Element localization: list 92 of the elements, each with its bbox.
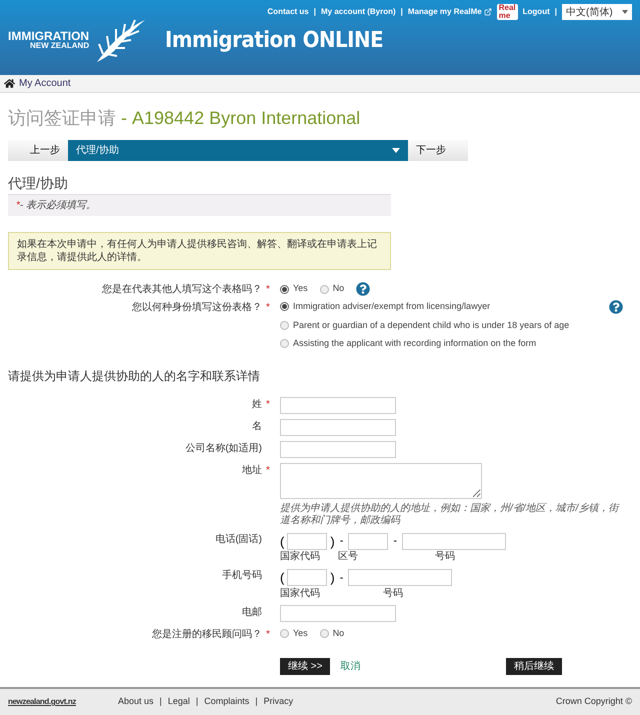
option-label[interactable]: Parent or guardian of a dependent child who is under 18 years of age — [293, 318, 570, 332]
field-label: 您是在代表其他人填写这个表格吗？ — [102, 282, 262, 297]
required-mark: * — [266, 398, 271, 412]
radio-button[interactable] — [280, 302, 289, 312]
option-label[interactable]: No — [332, 626, 344, 640]
footer-link[interactable]: Legal — [168, 695, 190, 709]
input-field[interactable] — [280, 396, 396, 414]
caret-icon — [392, 148, 400, 153]
radio-button[interactable] — [280, 284, 289, 294]
bracket: ( — [280, 569, 284, 587]
bracket: ( — [280, 532, 284, 551]
field-label: 地址 — [242, 464, 262, 478]
sublabel: 号码 — [382, 588, 404, 600]
sublabel: 国家代码 — [280, 551, 321, 563]
sublabel: 国家代码 — [280, 588, 321, 600]
help-icon[interactable] — [609, 300, 624, 314]
logo-text: IMMIGRATION — [8, 30, 90, 42]
realme-badge[interactable]: Real me — [496, 4, 518, 20]
input-field[interactable] — [348, 569, 452, 586]
footer-link[interactable]: About us — [118, 695, 154, 709]
field-hint: 提供为申请人提供协助的人的地址，例如：国家，州/省/地区，城市/乡镇，街道名称和门牌号，邮政编码 — [280, 502, 621, 526]
info-box: 如果在本次申请中，有任何人为申请人提供移民咨询、解答、翻译或在申请表上记录信息，请提供此人的详情。 — [8, 232, 391, 270]
bracket: ) — [330, 569, 335, 587]
nav-link[interactable]: Logout — [522, 6, 550, 18]
radio-button[interactable] — [280, 628, 289, 638]
page-title: 访问签证申请 - A198442 Byron International — [8, 107, 362, 130]
input-field[interactable] — [402, 532, 506, 550]
dash: - — [338, 534, 344, 549]
separator: | — [400, 6, 403, 18]
address-field[interactable] — [280, 462, 482, 498]
required-mark: * — [16, 200, 20, 211]
sublabel: 区号 — [338, 551, 359, 563]
separator: | — [314, 6, 316, 18]
radio-button[interactable] — [320, 284, 329, 294]
nav-link[interactable]: Contact us — [267, 6, 309, 18]
radio-button[interactable] — [280, 339, 289, 348]
option-label[interactable]: Yes — [293, 282, 308, 296]
radio-button[interactable] — [280, 320, 289, 330]
input-field[interactable] — [287, 569, 328, 586]
bracket: ) — [330, 532, 335, 551]
continue-button[interactable]: 继续 >> — [280, 658, 330, 674]
dash: - — [338, 570, 344, 586]
logo-text: NEW ZEALAND — [30, 42, 90, 50]
required-note: - 表示必须填写。 — [20, 200, 96, 211]
language-select[interactable]: 中文(简体) — [562, 4, 632, 20]
input-field[interactable] — [287, 532, 328, 550]
separator: | — [160, 695, 162, 708]
field-label: 公司名称(如适用) — [185, 442, 262, 456]
dash: - — [392, 534, 398, 549]
input-field[interactable] — [280, 418, 396, 436]
external-link-icon — [484, 8, 492, 16]
option-label[interactable]: No — [332, 282, 344, 296]
copyright: Crown Copyright © — [556, 695, 632, 708]
option-label[interactable]: Immigration adviser/exempt from licensing/lawyer — [293, 300, 490, 314]
field-label: 电话(固话) — [215, 532, 262, 546]
field-label: 名 — [252, 420, 262, 434]
input-field[interactable] — [280, 440, 396, 458]
field-label: 您以何种身份填写这份表格？ — [132, 300, 262, 315]
site-title: Immigration ONLINE — [165, 26, 384, 54]
nav-link[interactable]: Manage my RealMe — [408, 6, 492, 18]
footer-brand[interactable]: newzealand.govt.nz — [8, 696, 118, 708]
required-mark: * — [266, 283, 271, 297]
section-heading: 请提供为申请人提供协助的人的名字和联系详情 — [8, 368, 261, 384]
separator: | — [554, 6, 557, 18]
nav-link[interactable]: My account (Byron) — [321, 6, 396, 18]
footer-link[interactable]: Complaints — [204, 695, 250, 709]
required-mark: * — [266, 301, 271, 315]
help-icon[interactable] — [356, 282, 370, 296]
radio-button[interactable] — [320, 628, 329, 638]
step-dropdown[interactable]: 代理/协助 — [68, 140, 408, 161]
save-later-button[interactable]: 稍后继续 — [506, 658, 562, 674]
section-title: 代理/协助 — [8, 174, 69, 193]
next-step-button[interactable]: 下一步 — [408, 140, 468, 161]
field-label: 您是注册的移民顾问吗？ — [152, 628, 262, 642]
field-label: 姓 — [252, 398, 262, 412]
footer-link[interactable]: Privacy — [264, 695, 294, 709]
required-mark: * — [266, 464, 271, 478]
input-field[interactable] — [348, 532, 388, 550]
separator: | — [196, 695, 198, 708]
breadcrumb-link[interactable]: My Account — [19, 76, 71, 91]
required-mark: * — [266, 628, 271, 642]
input-field[interactable] — [280, 604, 396, 622]
option-label[interactable]: Yes — [293, 626, 308, 640]
field-label: 电邮 — [242, 606, 262, 620]
home-icon[interactable] — [4, 78, 15, 89]
option-label[interactable]: Assisting the applicant with recording information on the form — [293, 337, 536, 350]
separator: | — [255, 695, 258, 708]
cancel-link[interactable]: 取消 — [340, 658, 360, 674]
previous-step-button[interactable]: 上一步 — [8, 140, 68, 161]
caret-icon — [622, 10, 628, 14]
field-label: 手机号码 — [222, 568, 262, 583]
sublabel: 号码 — [434, 551, 456, 563]
